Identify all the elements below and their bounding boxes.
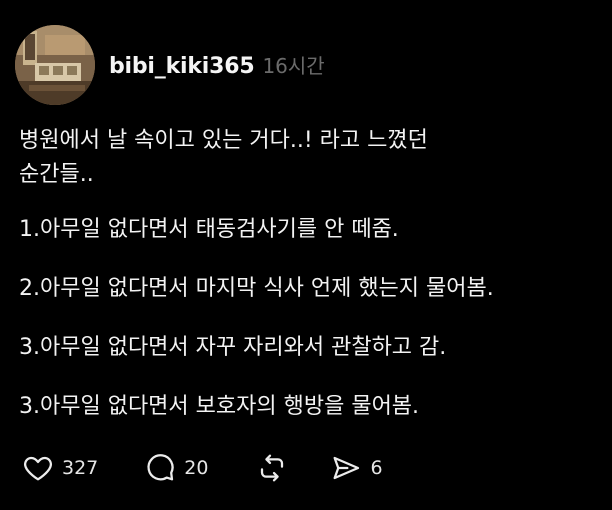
share-count: 6 (370, 457, 383, 479)
thread-post: bibi_kiki365 16시간 병원에서 날 속이고 있는 거다..! 라고… (0, 0, 612, 510)
username[interactable]: bibi_kiki365 (109, 54, 255, 79)
speech-bubble-icon (147, 454, 174, 481)
action-bar: 327 20 6 (22, 452, 383, 484)
avatar[interactable] (15, 25, 95, 105)
comment-count: 20 (184, 457, 209, 479)
repost-arrows-icon (261, 454, 284, 482)
like-button[interactable]: 327 (22, 452, 98, 484)
post-body: 병원에서 날 속이고 있는 거다..! 라고 느꼈던 순간들.. 1.아무일 없… (19, 124, 604, 449)
post-text-line: 2.아무일 없다면서 마지막 식사 언제 했는지 물어봄. (19, 276, 494, 301)
post-text-line: 1.아무일 없다면서 태동검사기를 안 떼줌. (19, 217, 399, 242)
post-text-line: 순간들.. (19, 162, 94, 187)
avatar-photo (15, 25, 95, 105)
post-text-line: 3.아무일 없다면서 자꾸 자리와서 관찰하고 감. (19, 335, 447, 360)
timestamp[interactable]: 16시간 (262, 50, 324, 79)
send-icon (333, 456, 360, 480)
heart-icon (24, 456, 52, 481)
post-text-line: 3.아무일 없다면서 보호자의 행방을 물어봄. (19, 394, 420, 419)
post-text-line: 병원에서 날 속이고 있는 거다..! 라고 느꼈던 (19, 128, 428, 153)
repost-button[interactable] (256, 452, 288, 484)
post-header: bibi_kiki365 16시간 (109, 50, 325, 79)
share-button[interactable]: 6 (330, 452, 383, 484)
like-count: 327 (62, 457, 99, 479)
comment-button[interactable]: 20 (144, 452, 208, 484)
